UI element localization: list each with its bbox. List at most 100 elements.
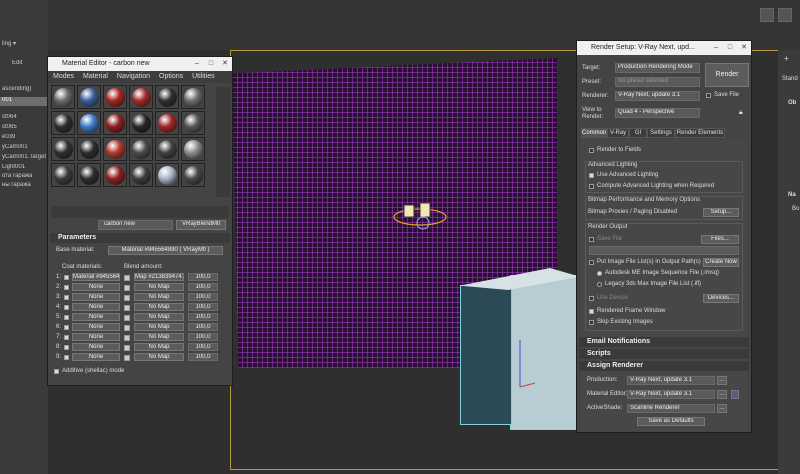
- blend-map-button[interactable]: No Map: [134, 323, 184, 331]
- blend-map-button[interactable]: No Map: [134, 283, 184, 291]
- legacy-seq-radio[interactable]: [597, 282, 602, 287]
- compute-advanced-lighting-checkbox[interactable]: [589, 184, 594, 189]
- color-swatch[interactable]: [124, 305, 130, 311]
- coat-material-button[interactable]: None: [72, 343, 120, 351]
- render-to-fields-checkbox[interactable]: [589, 148, 594, 153]
- blend-map-button[interactable]: No Map: [134, 343, 184, 351]
- blend-map-button[interactable]: No Map: [134, 313, 184, 321]
- tab-settings[interactable]: Settings: [647, 128, 675, 138]
- blend-amount-spinner[interactable]: 100,0: [188, 303, 218, 311]
- scene-object[interactable]: ны гаража: [0, 182, 48, 191]
- scene-object[interactable]: yCam001: [0, 144, 48, 153]
- command-panel-label[interactable]: Ob: [788, 100, 796, 106]
- material-sample-slot[interactable]: [77, 163, 101, 187]
- close-icon[interactable]: ✕: [218, 57, 232, 71]
- save-file-checkbox[interactable]: [706, 93, 711, 98]
- render-button[interactable]: Render: [705, 63, 749, 87]
- coat-material-button[interactable]: None: [72, 283, 120, 291]
- coat-material-button[interactable]: None: [72, 323, 120, 331]
- save-defaults-button[interactable]: Save as Defaults: [637, 417, 705, 426]
- save-file-output-checkbox[interactable]: [589, 237, 594, 242]
- material-sample-slot[interactable]: [103, 163, 127, 187]
- material-sample-slot[interactable]: [181, 85, 205, 109]
- toolbar-button[interactable]: [760, 8, 774, 22]
- material-sample-slot[interactable]: [181, 137, 205, 161]
- choose-production-button[interactable]: …: [717, 376, 727, 385]
- sort-header[interactable]: ascending): [0, 86, 48, 95]
- render-setup-titlebar[interactable]: Render Setup: V-Ray Next, upd... – □ ✕: [577, 41, 751, 55]
- scene-object[interactable]: yCam001.Target: [0, 154, 48, 163]
- tab-gi[interactable]: GI: [629, 128, 647, 138]
- blend-map-button[interactable]: No Map: [134, 353, 184, 361]
- color-swatch[interactable]: [124, 345, 130, 351]
- lock-renderer-icon[interactable]: [731, 390, 739, 399]
- maximize-icon[interactable]: □: [204, 57, 218, 71]
- blend-map-button[interactable]: No Map: [134, 333, 184, 341]
- tab-vray[interactable]: V-Ray: [607, 128, 629, 138]
- material-sample-slot[interactable]: [51, 137, 75, 161]
- maximize-icon[interactable]: □: [723, 41, 737, 55]
- close-icon[interactable]: ✕: [737, 41, 751, 55]
- choose-activeshade-button[interactable]: …: [717, 404, 727, 413]
- command-panel-label[interactable]: Na: [788, 192, 796, 198]
- menu-modes[interactable]: Modes: [53, 73, 74, 80]
- coat-enable-checkbox[interactable]: [64, 345, 69, 350]
- blend-amount-spinner[interactable]: 100,0: [188, 293, 218, 301]
- color-swatch[interactable]: [124, 315, 130, 321]
- blend-amount-spinner[interactable]: 100,0: [188, 273, 218, 281]
- setup-button[interactable]: Setup...: [703, 208, 739, 217]
- scene-object[interactable]: e039: [0, 134, 48, 143]
- coat-enable-checkbox[interactable]: [64, 275, 69, 280]
- menu-navigation[interactable]: Navigation: [117, 73, 150, 80]
- box-object-front[interactable]: [460, 285, 512, 425]
- material-sample-slot[interactable]: [51, 111, 75, 135]
- material-sample-slot[interactable]: [155, 85, 179, 109]
- color-swatch[interactable]: [124, 285, 130, 291]
- minimize-icon[interactable]: –: [709, 41, 723, 55]
- material-sample-slot[interactable]: [181, 111, 205, 135]
- material-sample-slot[interactable]: [77, 85, 101, 109]
- blend-amount-spinner[interactable]: 100,0: [188, 353, 218, 361]
- material-sample-slot[interactable]: [155, 163, 179, 187]
- view-to-render-select[interactable]: Quad 4 - Perspective: [615, 108, 700, 118]
- output-path-field[interactable]: [589, 246, 739, 255]
- tab-common[interactable]: Common: [581, 128, 607, 138]
- coat-enable-checkbox[interactable]: [64, 315, 69, 320]
- menu-utilities[interactable]: Utilities: [192, 73, 215, 80]
- rendered-frame-window-checkbox[interactable]: [589, 309, 594, 314]
- blend-map-button[interactable]: Map #2138394741: [134, 273, 184, 281]
- scene-object[interactable]: ct065: [0, 124, 48, 133]
- tab-render-elements[interactable]: Render Elements: [675, 128, 725, 138]
- put-image-file-checkbox[interactable]: [589, 260, 594, 265]
- assign-renderer-rollout[interactable]: Assign Renderer: [579, 361, 749, 371]
- material-sample-slot[interactable]: [51, 85, 75, 109]
- additive-checkbox[interactable]: [54, 369, 59, 374]
- material-sample-slot[interactable]: [155, 137, 179, 161]
- menu-options[interactable]: Options: [159, 73, 183, 80]
- color-swatch[interactable]: [124, 325, 130, 331]
- material-sample-slot[interactable]: [129, 163, 153, 187]
- renderer-select[interactable]: V-Ray Next, update 3.1: [615, 91, 700, 101]
- target-select[interactable]: Production Rendering Mode: [615, 63, 700, 73]
- color-swatch[interactable]: [124, 335, 130, 341]
- blend-amount-spinner[interactable]: 100,0: [188, 323, 218, 331]
- choose-mat-editor-button[interactable]: …: [717, 390, 727, 399]
- files-button[interactable]: Files...: [701, 235, 739, 244]
- material-editor-titlebar[interactable]: Material Editor - carbon new – □ ✕: [48, 57, 232, 71]
- material-sample-slot[interactable]: [77, 111, 101, 135]
- coat-enable-checkbox[interactable]: [64, 305, 69, 310]
- color-swatch[interactable]: [124, 275, 130, 281]
- menu-material[interactable]: Material: [83, 73, 108, 80]
- use-device-checkbox[interactable]: [589, 296, 594, 301]
- vray-camera-gizmo[interactable]: [390, 195, 450, 240]
- coat-enable-checkbox[interactable]: [64, 325, 69, 330]
- lock-icon[interactable]: 🔒︎: [739, 109, 745, 117]
- coat-material-button[interactable]: None: [72, 333, 120, 341]
- coat-enable-checkbox[interactable]: [64, 285, 69, 290]
- preset-select[interactable]: No preset selected: [615, 77, 700, 87]
- workspace-dropdown[interactable]: ling ▾: [0, 40, 48, 49]
- material-sample-slot[interactable]: [129, 111, 153, 135]
- scene-object[interactable]: 001: [0, 97, 48, 106]
- coat-material-button[interactable]: None: [72, 353, 120, 361]
- blend-amount-spinner[interactable]: 100,0: [188, 283, 218, 291]
